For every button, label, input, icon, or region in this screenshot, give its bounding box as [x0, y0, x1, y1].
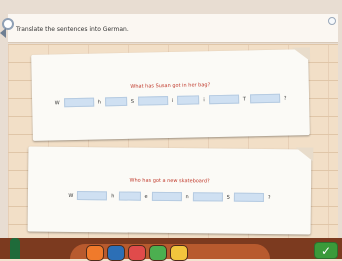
answer-row-2: W h e n S ?	[28, 191, 311, 203]
hint-letter: S	[130, 98, 135, 105]
bottle-icon[interactable]	[10, 238, 20, 259]
answer-row-1: W h S i i T ?	[32, 93, 309, 108]
tool-dock	[86, 245, 188, 261]
help-icon[interactable]	[328, 17, 336, 25]
answer-input[interactable]	[118, 191, 141, 201]
paper-curl-icon	[292, 47, 310, 61]
hint-letter: h	[97, 98, 101, 106]
hint-letter: W	[54, 99, 60, 106]
instruction-text: Translate the sentences into German.	[16, 26, 129, 33]
question-text-2: Who has got a new skateboard?	[129, 177, 210, 185]
hint-letter: n	[185, 193, 189, 200]
hint-letter: i	[203, 96, 205, 103]
answer-input[interactable]	[137, 96, 169, 106]
answer-input[interactable]	[192, 192, 223, 202]
answer-input[interactable]	[151, 191, 182, 202]
paper-curl-icon	[295, 147, 313, 161]
question-text-1: What has Susan got in her bag?	[130, 82, 211, 90]
answer-input[interactable]	[208, 94, 239, 105]
hint-letter: h	[111, 192, 115, 199]
hint-letter: e	[144, 193, 148, 200]
back-arrow-icon[interactable]	[0, 28, 6, 38]
question-card-1: What has Susan got in her bag? W h S i i…	[31, 49, 310, 141]
answer-input[interactable]	[249, 93, 280, 104]
hint-letter: T	[242, 95, 246, 102]
hint-letter: i	[171, 97, 174, 104]
answer-input[interactable]	[177, 95, 200, 105]
hint-letter: S	[226, 194, 230, 201]
punctuation: ?	[267, 194, 271, 201]
question-card-2: Who has got a new skateboard? W h e n S …	[27, 146, 313, 235]
punctuation: ?	[283, 95, 287, 102]
hint-letter: W	[68, 192, 74, 199]
answer-input[interactable]	[63, 97, 94, 108]
answer-input[interactable]	[233, 192, 264, 202]
answer-input[interactable]	[77, 191, 108, 201]
check-icon[interactable]: ✓	[314, 242, 338, 259]
answer-input[interactable]	[104, 96, 127, 107]
